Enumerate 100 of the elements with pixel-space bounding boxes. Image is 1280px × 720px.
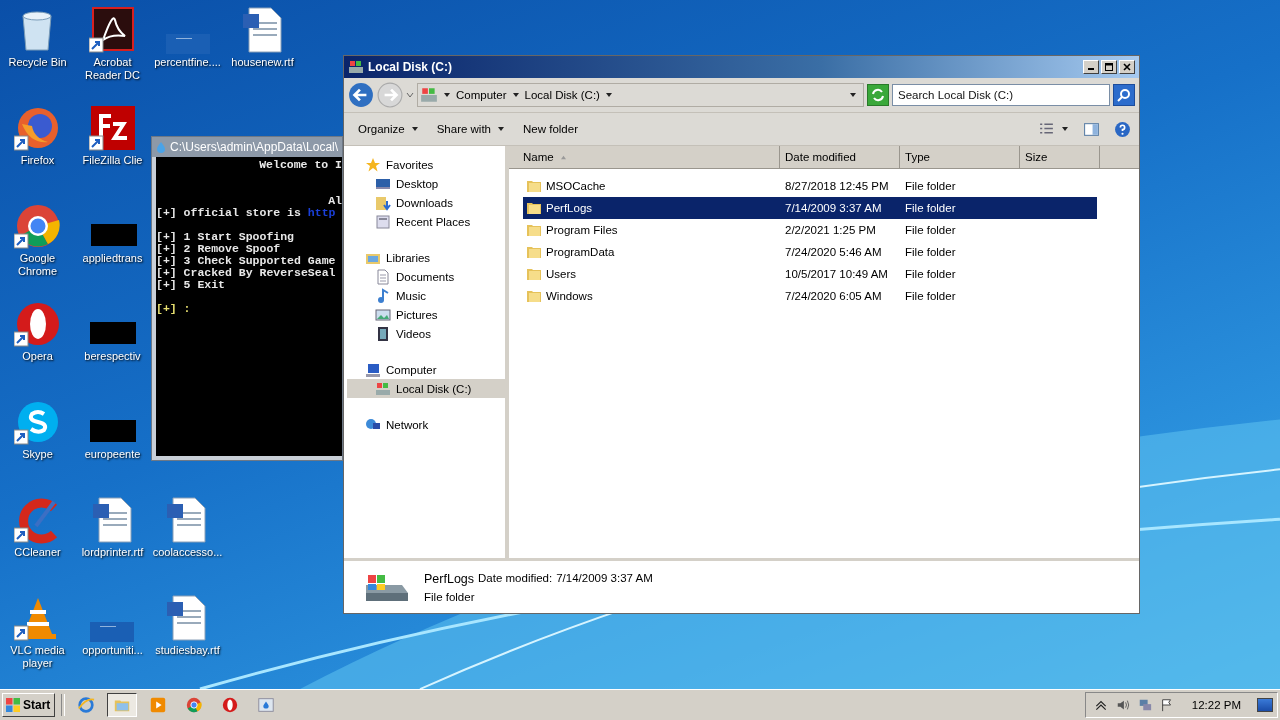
desktop-shortcut[interactable]: appliedtrans [82, 202, 143, 265]
show-hidden-icons-icon[interactable] [1093, 698, 1108, 712]
minimize-button[interactable] [1083, 60, 1099, 74]
speaker-icon[interactable] [1115, 698, 1130, 712]
start-button[interactable]: Start [2, 693, 56, 717]
console-prompt: [+] : [156, 302, 191, 315]
desktop-shortcut[interactable]: Recycle Bin [8, 6, 67, 69]
file-row[interactable]: PerfLogs 7/14/2009 3:37 AM File folder [523, 197, 1097, 219]
caret-icon[interactable] [443, 91, 451, 99]
help-icon[interactable] [1114, 120, 1131, 138]
nav-item[interactable]: Libraries [347, 248, 505, 267]
address-field[interactable]: Computer Local Disk (C:) [417, 83, 864, 107]
nav-item[interactable]: Downloads [347, 193, 505, 212]
desktop-shortcut[interactable]: percentfine.... [154, 6, 221, 69]
nav-item[interactable]: Documents [347, 267, 505, 286]
caret-icon[interactable] [511, 91, 520, 99]
desktop-shortcut[interactable]: coolaccesso... [152, 496, 223, 559]
nav-item[interactable]: Local Disk (C:) [347, 379, 505, 398]
column-header[interactable]: Name [509, 146, 780, 168]
view-caret-icon[interactable] [1061, 125, 1069, 133]
back-button[interactable] [348, 82, 374, 108]
nav-item[interactable]: Favorites [347, 155, 505, 174]
app-logo-icon [88, 104, 137, 152]
maximize-button[interactable] [1101, 60, 1117, 74]
desktop-shortcut[interactable]: Firefox [13, 104, 62, 167]
desktop-shortcut[interactable]: europeente [84, 398, 141, 461]
date-cell-text: 7/14/2009 3:37 AM [784, 202, 883, 214]
file-row[interactable]: MSOCache 8/27/2018 12:45 PM File folder [523, 175, 1097, 197]
file-row[interactable]: Windows 7/24/2020 6:05 AM File folder [523, 285, 1097, 307]
nav-label: Local Disk (C:) [396, 382, 472, 395]
caret-icon [410, 125, 419, 133]
app-logo-icon [13, 202, 62, 250]
type-cell-text: File folder [904, 268, 957, 280]
dropdown-caret-icon[interactable] [849, 91, 857, 99]
drive-icon [375, 380, 391, 397]
computer-icon [420, 86, 438, 104]
nav-item[interactable]: Music [347, 286, 505, 305]
desktop-shortcut[interactable]: Acrobat Reader DC [75, 6, 150, 82]
desktop-shortcut[interactable]: FileZilla Clie [82, 104, 143, 167]
desktop-shortcut[interactable]: VLC media player [0, 594, 75, 670]
app-logo-icon [13, 300, 62, 348]
drive-icon [348, 59, 364, 75]
nav-item[interactable]: Desktop [347, 174, 505, 193]
drop-icon [257, 696, 276, 714]
desktop-shortcut[interactable]: Google Chrome [0, 202, 75, 278]
icon-label: coolaccesso... [152, 546, 223, 559]
browser-icon [185, 696, 204, 714]
file-row[interactable]: Users 10/5/2017 10:49 AM File folder [523, 263, 1097, 285]
console-text: [+] 2 Remove Spoof [156, 242, 281, 255]
toolbar-button[interactable]: Share with [430, 120, 511, 138]
desktop-shortcut[interactable]: berespectiv [84, 300, 141, 363]
desktop-shortcut[interactable]: CCleaner [13, 496, 62, 559]
desktop-shortcut[interactable]: housenew.rtf [231, 6, 294, 69]
nav-item[interactable]: Pictures [347, 305, 505, 324]
column-header[interactable]: Size [1020, 146, 1100, 168]
type-cell-text: File folder [904, 180, 957, 192]
date-cell-text: 7/24/2020 5:46 AM [784, 246, 883, 258]
refresh-button[interactable] [867, 84, 889, 106]
desktop-shortcut[interactable]: lordprinter.rtf [81, 496, 144, 559]
search-field[interactable]: Search Local Disk (C:) [892, 84, 1110, 106]
toolbar-button[interactable]: New folder [517, 120, 584, 138]
windows-logo-icon [5, 697, 21, 713]
icon-label: lordprinter.rtf [81, 546, 144, 559]
close-icon [1121, 62, 1133, 72]
file-row[interactable]: ProgramData 7/24/2020 5:46 AM File folder [523, 241, 1097, 263]
taskbar-button[interactable] [107, 693, 138, 717]
nav-item[interactable]: Network [347, 415, 505, 434]
network-icon[interactable] [1137, 698, 1152, 712]
nav-item[interactable]: Computer [347, 360, 505, 379]
type-cell-text: File folder [904, 224, 957, 236]
file-name: MSOCache [546, 180, 606, 192]
toolbar-button[interactable]: Organize [352, 120, 425, 138]
date-cell-text: 2/2/2021 1:25 PM [784, 224, 877, 236]
search-icon [1116, 87, 1132, 103]
details-label: Date modified: [478, 571, 553, 586]
desktop-shortcut[interactable]: Skype [13, 398, 62, 461]
clock[interactable]: 12:22 PM [1191, 699, 1241, 711]
file-row[interactable]: Program Files 2/2/2021 1:25 PM File folder [523, 219, 1097, 241]
nav-label: Videos [396, 327, 431, 340]
desktop-shortcut[interactable]: Opera [13, 300, 62, 363]
icon-label: europeente [84, 448, 141, 461]
column-header[interactable]: Date modified [780, 146, 900, 168]
flag-icon[interactable] [1159, 698, 1174, 712]
icon-label: berespectiv [84, 350, 141, 363]
breadcrumb-item[interactable]: Local Disk (C:) [524, 89, 600, 101]
desktop-shortcut[interactable]: studiesbay.rtf [155, 594, 220, 657]
music-note-icon [375, 287, 391, 304]
close-button[interactable] [1119, 60, 1135, 74]
console-text: [+] 1 Start Spoofing [156, 230, 295, 243]
desktop-shortcut[interactable]: opportuniti... [82, 594, 143, 657]
app-logo-icon [88, 6, 137, 54]
search-button[interactable] [1113, 84, 1135, 106]
nav-item[interactable]: Recent Places [347, 212, 505, 231]
nav-item[interactable]: Videos [347, 324, 505, 343]
preview-pane-icon[interactable] [1083, 120, 1100, 138]
caret-icon[interactable] [604, 91, 613, 99]
nav-label: Computer [386, 363, 437, 376]
breadcrumb-item[interactable]: Computer [456, 89, 507, 101]
column-header[interactable]: Type [900, 146, 1020, 168]
history-caret-icon[interactable] [406, 91, 414, 99]
